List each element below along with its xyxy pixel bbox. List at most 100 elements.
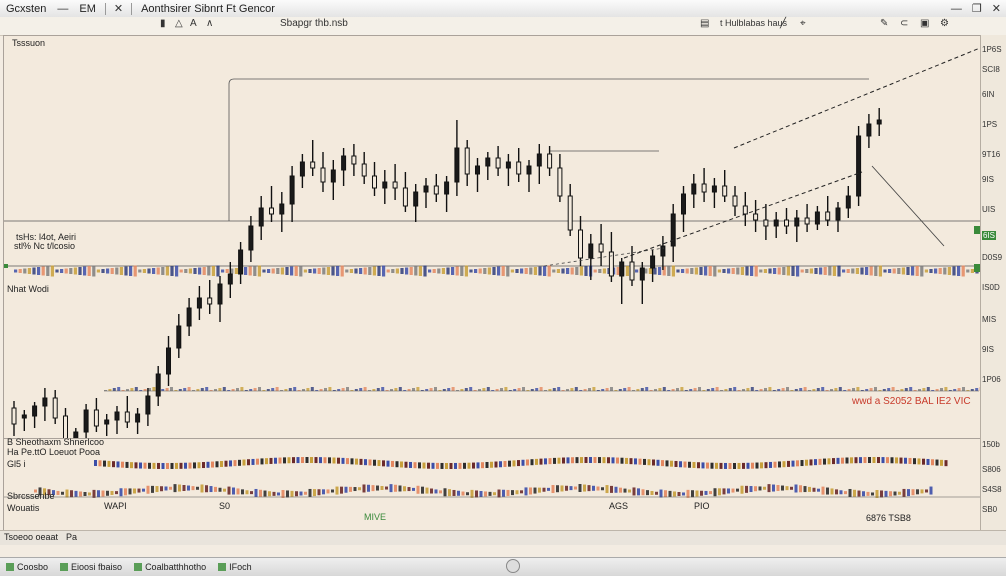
oscillator-bar [263, 490, 267, 497]
scroll-knob-icon[interactable] [506, 559, 520, 573]
oscillator-bar [412, 487, 415, 491]
candle-body [124, 411, 130, 423]
taskbar-item[interactable]: Eioosi fbaiso [54, 562, 128, 572]
volume-bar [130, 388, 134, 391]
oscillator-svg[interactable] [4, 439, 981, 531]
main-price-chart[interactable]: Tsssuon tsHs: l4ot, Aeiri stl% Nc t/lcos… [3, 35, 982, 440]
osc-setting: Sbrcssenbe [7, 491, 55, 501]
volume-bar [328, 387, 332, 391]
oscillator-bar [121, 461, 124, 468]
window-close-icon[interactable]: ✕ [987, 2, 1006, 15]
volume-bar [869, 266, 873, 276]
volume-bar [851, 268, 855, 274]
oscillator-bar [196, 486, 199, 490]
oscillator-bar [740, 485, 744, 494]
volume-bar [938, 268, 942, 274]
volume-bar [529, 267, 533, 275]
oscillator-bar [443, 488, 447, 497]
lock-icon[interactable]: ▣ [920, 18, 929, 29]
oscillator-bar [454, 462, 457, 469]
volume-bar [446, 267, 450, 275]
volume-bar [400, 268, 404, 274]
volume-bar [588, 388, 591, 391]
candle-body [763, 219, 769, 227]
candle-body [104, 419, 110, 425]
oscillator-bar [916, 489, 919, 495]
volume-bar [55, 269, 59, 273]
oscillator-bar [614, 486, 618, 493]
oscillator-bar [259, 489, 262, 497]
volume-bar [129, 266, 133, 276]
taskbar-item[interactable]: Coosbo [0, 562, 54, 572]
candle-body [485, 157, 491, 167]
close-small-icon[interactable]: ✕ [109, 2, 128, 15]
oscillator-bar [173, 484, 177, 493]
oscillator-bar [317, 489, 321, 496]
crosshair-icon[interactable]: ⌖ [800, 18, 806, 29]
volume-bar [671, 265, 675, 277]
volume-bar [543, 266, 547, 276]
magnet-icon[interactable]: ⊂ [900, 18, 908, 29]
oscillator-panel[interactable]: B Sheothaxm Shnerlcoo Ha Pe.ttO Loeuot P… [3, 437, 982, 532]
app-icon [6, 563, 14, 571]
oscillator-bar [944, 460, 948, 467]
pointer-icon[interactable]: ▮ [160, 18, 166, 29]
candle-body [557, 167, 563, 197]
oscillator-bar [821, 486, 825, 495]
window-restore-icon[interactable]: ❐ [967, 2, 987, 15]
oscillator-bar [418, 462, 421, 469]
taskbar-item[interactable]: IFoch [212, 562, 258, 572]
oscillator-bar [557, 457, 561, 464]
oscillator-bar [65, 489, 69, 498]
volume-bar [957, 388, 961, 391]
volume-bar [750, 266, 754, 276]
settings-icon[interactable]: ⚙ [940, 18, 949, 29]
price-scale[interactable]: 1P6S SCI8 6IN 1PS 9T16 9IS UIS 6IS D0S9 … [980, 35, 1006, 530]
volume-bar [451, 387, 455, 391]
price-chart-svg[interactable] [4, 36, 981, 439]
oscillator-bar [691, 490, 694, 498]
triangle-tool-icon[interactable]: △ [175, 18, 183, 29]
trend-tool-icon[interactable]: ∧ [206, 18, 213, 29]
draw-icon[interactable]: ✎ [880, 18, 888, 29]
bar-tool-icon[interactable]: ▤ [700, 18, 709, 29]
menu-em[interactable]: EM [73, 3, 102, 15]
volume-bar [865, 267, 869, 275]
oscillator-bar [817, 488, 820, 492]
volume-bar [354, 268, 358, 274]
window-titlebar: Gcxsten — EM ✕ Aonthsirer Sibnrt Ft Genc… [0, 0, 1006, 18]
volume-bar [381, 387, 385, 391]
oscillator-bar [629, 458, 633, 465]
candle-body [722, 185, 728, 197]
line-tool-icon[interactable]: ╱ [780, 18, 786, 29]
window-minimize-icon[interactable]: — [946, 3, 967, 15]
candle-body [248, 225, 254, 251]
taskbar-item[interactable]: Coalbatthhotho [128, 562, 212, 572]
oscillator-bar [673, 491, 676, 497]
volume-bar [267, 269, 271, 273]
volume-bar [533, 267, 537, 275]
status-left-text: Tsoeoo oeaat [4, 532, 59, 542]
volume-bar [768, 387, 772, 391]
volume-bar [382, 265, 386, 277]
oscillator-bar [479, 490, 483, 497]
oscillator-bar [61, 491, 64, 495]
oscillator-bar [155, 486, 159, 493]
oscillator-bar [391, 460, 394, 467]
volume-bar [187, 387, 191, 391]
oscillator-bar [515, 490, 519, 495]
oscillator-bar [407, 487, 411, 492]
oscillator-bar [463, 462, 466, 469]
oscillator-bar [134, 462, 138, 469]
minimize-icon[interactable]: — [52, 3, 73, 15]
oscillator-bar [133, 488, 136, 494]
volume-bar [800, 269, 804, 273]
app-label[interactable]: Gcxsten [0, 3, 52, 15]
volume-bar [552, 269, 556, 273]
volume-bar [288, 388, 292, 391]
text-tool-icon[interactable]: A [190, 18, 197, 29]
volume-bar [570, 388, 574, 391]
volume-bar [184, 269, 188, 273]
scale-tick: 1P6S [982, 45, 1002, 54]
divider [131, 2, 133, 15]
